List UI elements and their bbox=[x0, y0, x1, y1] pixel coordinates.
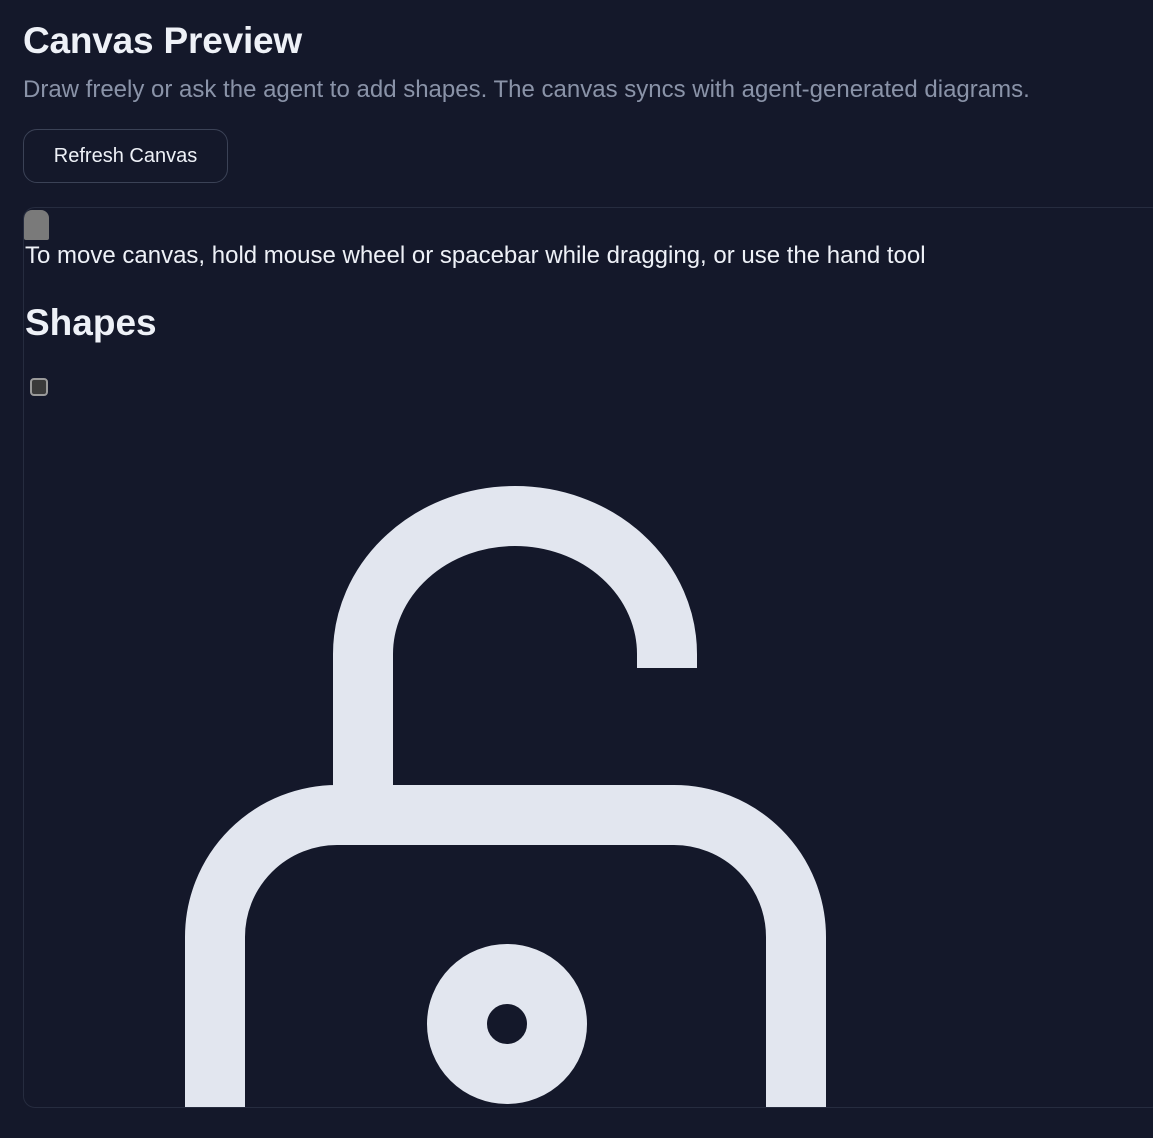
refresh-canvas-button[interactable]: Refresh Canvas bbox=[23, 129, 228, 183]
unlock-icon bbox=[185, 486, 826, 1107]
canvas-preview-page: Canvas Preview Draw freely or ask the ag… bbox=[0, 0, 1153, 1138]
page-subtitle: Draw freely or ask the agent to add shap… bbox=[23, 76, 1030, 103]
drawing-canvas[interactable]: To move canvas, hold mouse wheel or spac… bbox=[23, 207, 1153, 1108]
page-title: Canvas Preview bbox=[23, 20, 302, 61]
